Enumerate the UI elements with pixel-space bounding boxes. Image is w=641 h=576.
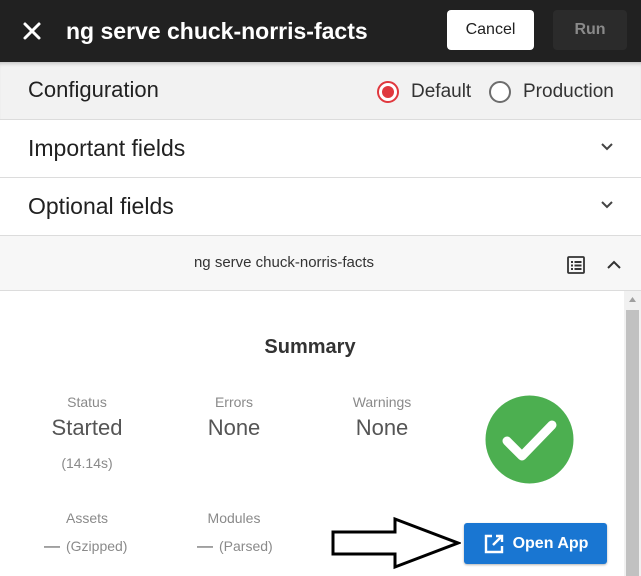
- radio-unchecked-icon: [489, 81, 511, 103]
- radio-production-label: Production: [523, 81, 614, 102]
- configuration-title: Configuration: [28, 77, 159, 102]
- status-duration: (14.14s): [61, 455, 113, 471]
- top-toolbar: ng serve chuck-norris-facts Cancel Run: [0, 0, 641, 62]
- chevron-down-icon: [601, 143, 613, 151]
- task-header: ng serve chuck-norris-facts: [0, 236, 641, 291]
- errors-value: None: [207, 415, 261, 440]
- chevron-up-icon: [607, 260, 621, 269]
- open-in-new-icon: [484, 534, 503, 553]
- scrollbar-thumb[interactable]: [626, 310, 639, 576]
- summary-title: Summary: [264, 336, 356, 358]
- section-optional-fields[interactable]: Optional fields: [0, 178, 641, 236]
- open-app-label: Open App: [512, 534, 589, 552]
- warnings-value: None: [355, 415, 409, 440]
- list-icon: [567, 256, 585, 274]
- log-view-button[interactable]: [566, 255, 586, 275]
- modules-value: —: [197, 538, 213, 555]
- configuration-row: Configuration Default Production: [0, 62, 641, 120]
- scroll-up-button[interactable]: [624, 291, 641, 308]
- triangle-up-icon: [629, 297, 636, 302]
- assets-metric: — (Gzipped): [44, 538, 127, 556]
- radio-default-label: Default: [411, 81, 472, 102]
- section-important-fields[interactable]: Important fields: [0, 120, 641, 178]
- errors-label: Errors: [214, 394, 254, 410]
- close-icon: [23, 22, 41, 40]
- collapse-task-button[interactable]: [604, 257, 624, 273]
- success-check-icon: [485, 395, 574, 484]
- radio-production[interactable]: Production: [489, 79, 614, 105]
- cancel-button[interactable]: Cancel: [447, 10, 534, 50]
- chevron-down-icon: [601, 201, 613, 209]
- radio-default[interactable]: Default: [377, 79, 471, 105]
- assets-note: (Gzipped): [66, 538, 128, 554]
- modules-label: Modules: [207, 510, 261, 526]
- close-button[interactable]: [16, 15, 48, 47]
- section-title: Important fields: [28, 135, 186, 161]
- command-title: ng serve chuck-norris-facts: [66, 18, 368, 44]
- modules-note: (Parsed): [219, 538, 273, 554]
- status-value: Started: [51, 415, 123, 440]
- modules-metric: — (Parsed): [197, 538, 273, 556]
- task-name: ng serve chuck-norris-facts: [193, 254, 375, 271]
- section-title: Optional fields: [28, 193, 174, 219]
- assets-label: Assets: [65, 510, 108, 526]
- assets-value: —: [44, 538, 60, 555]
- warnings-label: Warnings: [352, 394, 412, 410]
- status-label: Status: [67, 394, 107, 410]
- pointer-arrow-icon: [331, 516, 461, 570]
- run-button[interactable]: Run: [553, 10, 627, 50]
- radio-checked-icon: [377, 81, 399, 103]
- open-app-button[interactable]: Open App: [464, 523, 607, 564]
